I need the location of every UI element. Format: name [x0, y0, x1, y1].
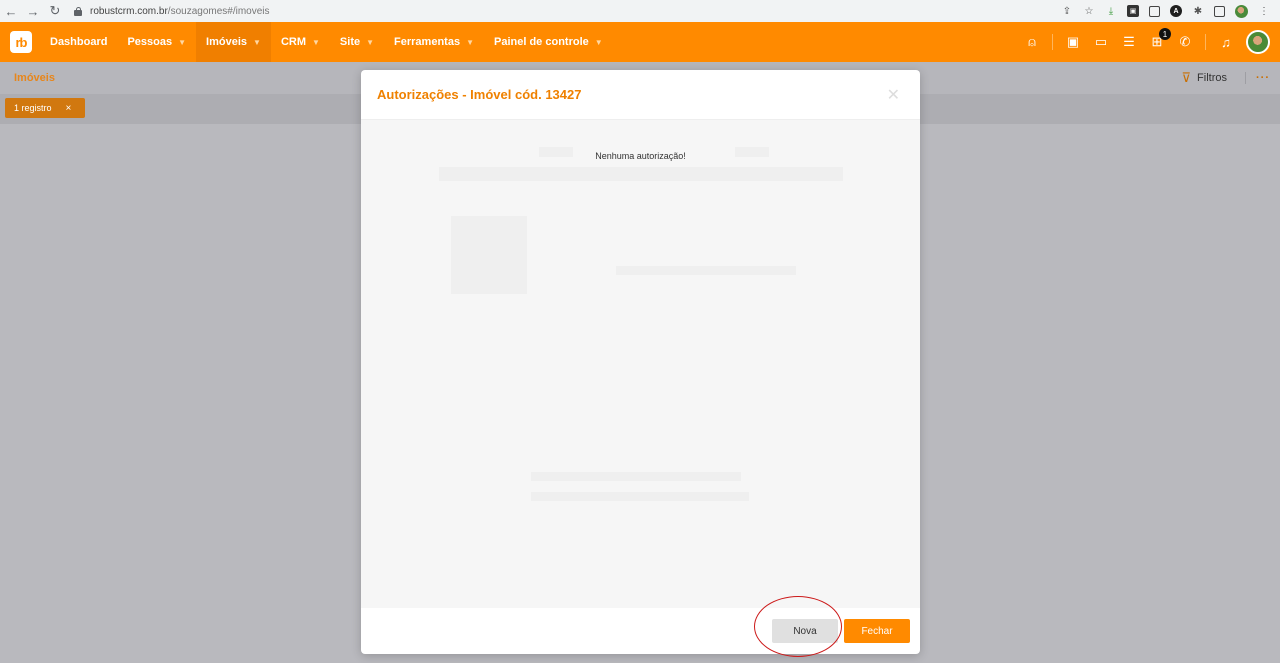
highlight-annotation [754, 596, 842, 657]
ghost-block [531, 492, 749, 501]
app-logo[interactable]: rb [10, 31, 32, 53]
close-icon[interactable]: × [66, 103, 72, 114]
tasks-icon[interactable]: ☰ [1121, 34, 1137, 50]
chevron-down-icon: ▼ [366, 37, 375, 47]
modal-body: Nenhuma autorização! [361, 120, 920, 608]
menu-item-dashboard[interactable]: Dashboard [40, 22, 117, 62]
chevron-down-icon: ▼ [466, 37, 474, 47]
filters-label: Filtros [1197, 72, 1227, 84]
kebab-menu-icon[interactable]: ⋮ [1258, 5, 1270, 17]
address-bar[interactable]: robustcrm.com.br/souzagomes#/imoveis [74, 2, 270, 20]
ghost-block [531, 472, 741, 481]
records-chip[interactable]: 1 registro × [5, 98, 85, 118]
extension-wz-icon[interactable] [1149, 5, 1160, 17]
more-options-button[interactable]: ··· [1245, 72, 1270, 84]
divider [1205, 34, 1206, 50]
breadcrumb: Imóveis [14, 72, 55, 84]
empty-message: Nenhuma autorização! [595, 151, 686, 161]
modal-title: Autorizações - Imóvel cód. 13427 [377, 87, 582, 102]
calendar-icon[interactable]: ▣ [1065, 34, 1081, 50]
menu-item-painel-de-controle[interactable]: Painel de controle ▼ [484, 22, 613, 62]
extension-download-icon[interactable]: ⤓ [1105, 5, 1117, 17]
menu-item-crm[interactable]: CRM ▼ [271, 22, 330, 62]
bell-icon[interactable]: ♫ [1218, 34, 1234, 50]
user-avatar[interactable] [1246, 30, 1270, 54]
chevron-down-icon: ▼ [178, 37, 187, 47]
app-header: rb Dashboard Pessoas ▼ Imóveis ▼ CRM ▼ Site… [0, 22, 1280, 62]
back-icon[interactable]: ← [0, 0, 22, 22]
lock-icon [74, 6, 82, 16]
close-icon[interactable]: ✕ [887, 85, 900, 105]
chevron-down-icon: ▼ [312, 37, 320, 47]
extension-a-icon[interactable]: A [1170, 5, 1182, 17]
chevron-down-icon: ▼ [253, 37, 261, 47]
ghost-block [451, 216, 527, 294]
apps-icon[interactable]: ⊞ 1 [1149, 28, 1171, 50]
extension-icon[interactable]: ▣ [1127, 5, 1139, 17]
share-icon[interactable]: ⇪ [1061, 5, 1073, 17]
chip-label: 1 registro [14, 103, 52, 113]
menu-item-site[interactable]: Site ▼ [330, 22, 384, 62]
sidebar-icon[interactable] [1214, 5, 1225, 17]
ghost-block [439, 167, 843, 181]
reload-icon[interactable]: ↻ [44, 0, 66, 22]
ghost-block [616, 266, 796, 275]
modal-header: Autorizações - Imóvel cód. 13427 ✕ [361, 70, 920, 120]
puzzle-icon[interactable]: ✱ [1192, 5, 1204, 17]
menu-item-ferramentas[interactable]: Ferramentas ▼ [384, 22, 484, 62]
profile-avatar-icon[interactable] [1235, 4, 1248, 18]
url-text: robustcrm.com.br/souzagomes#/imoveis [90, 5, 270, 17]
star-icon[interactable]: ☆ [1083, 5, 1095, 17]
notification-badge: 1 [1159, 28, 1171, 40]
browser-toolbar: ← → ↻ robustcrm.com.br/souzagomes#/imove… [0, 0, 1280, 22]
menu-item-imoveis[interactable]: Imóveis ▼ [196, 22, 271, 62]
forward-icon[interactable]: → [22, 0, 44, 22]
fechar-button[interactable]: Fechar [844, 619, 910, 643]
authorizations-modal: Autorizações - Imóvel cód. 13427 ✕ Nenhu… [361, 70, 920, 654]
funnel-icon: ⊽ [1181, 70, 1192, 85]
divider [1052, 34, 1053, 50]
megaphone-icon[interactable]: ✆ [1177, 34, 1193, 50]
user-icon[interactable]: ⍝ [1024, 34, 1040, 50]
filters-button[interactable]: ⊽ Filtros ··· [1182, 70, 1270, 86]
chat-icon[interactable]: ▭ [1093, 34, 1109, 50]
chevron-down-icon: ▼ [594, 37, 603, 47]
main-menu: Dashboard Pessoas ▼ Imóveis ▼ CRM ▼ Site ▼ F… [40, 22, 613, 62]
menu-item-pessoas[interactable]: Pessoas ▼ [117, 22, 196, 62]
